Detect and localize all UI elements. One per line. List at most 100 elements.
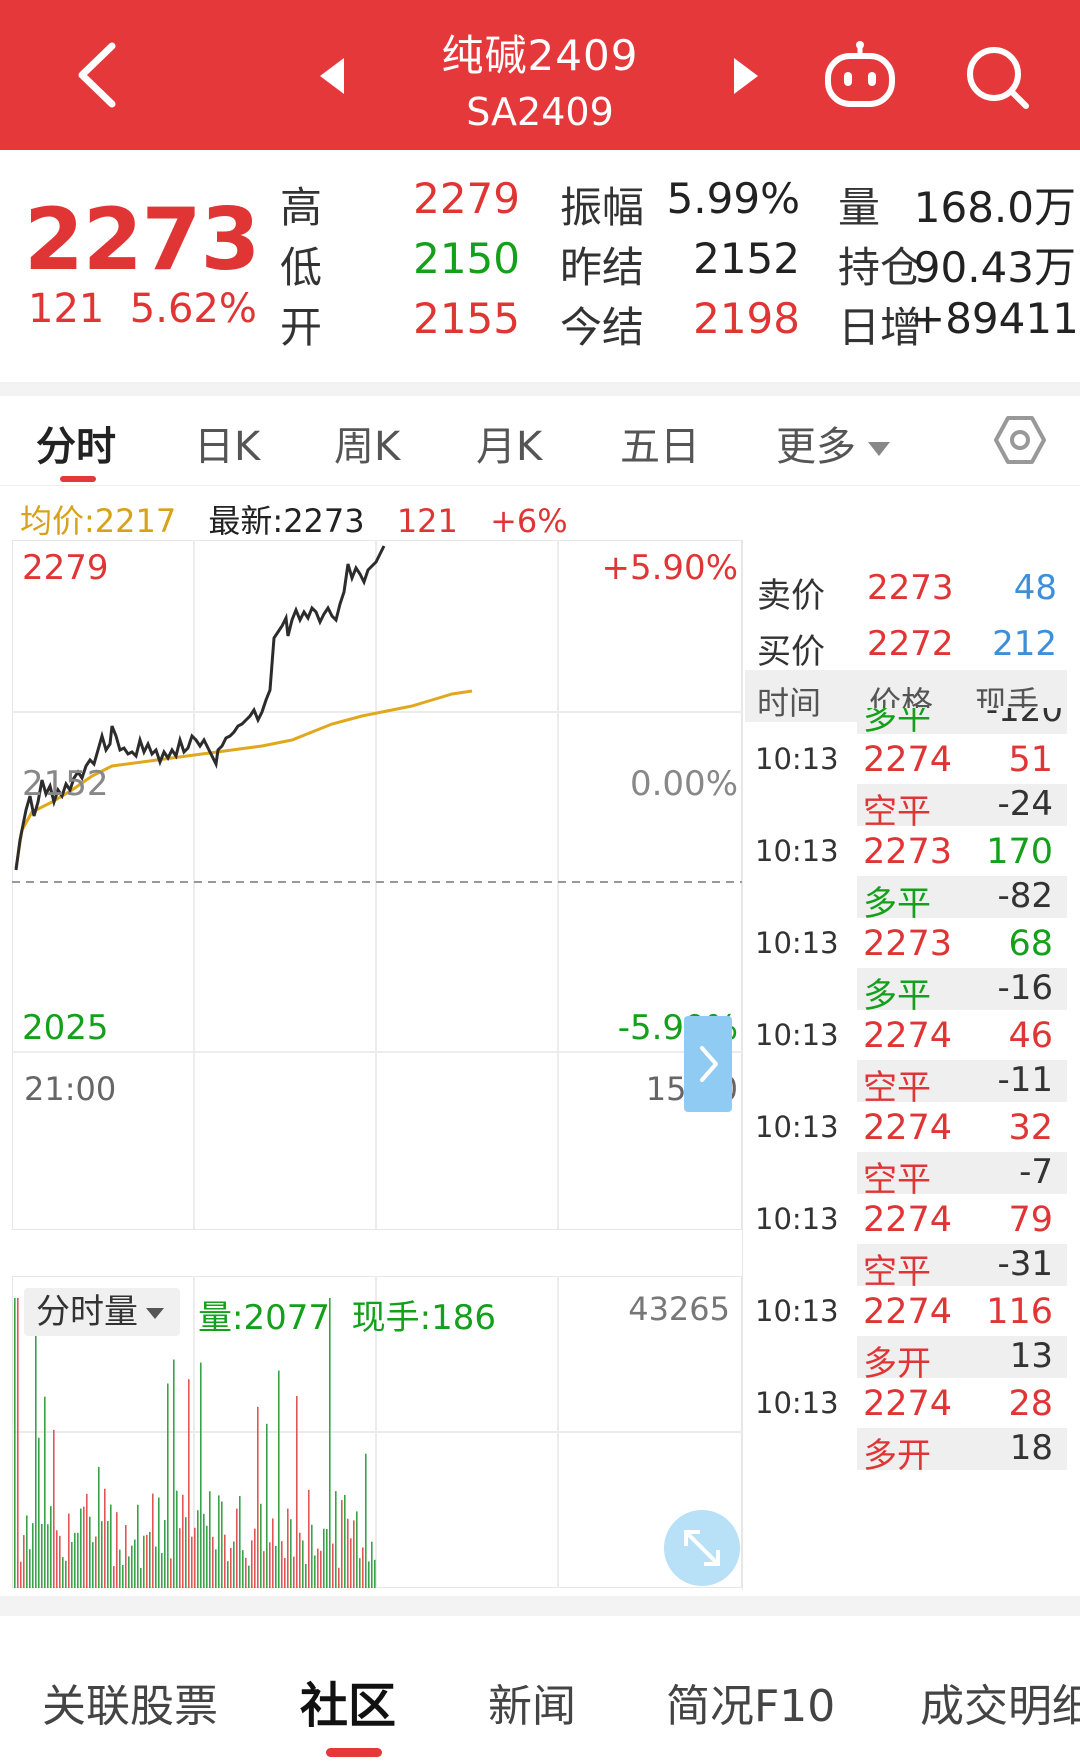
- tick-price: 2274: [863, 1384, 953, 1424]
- volume-bar: [143, 1535, 145, 1588]
- volume-bar: [371, 1541, 373, 1588]
- volume-bar: [53, 1429, 55, 1588]
- volume-bar: [83, 1506, 85, 1588]
- tick-delta: -7: [1019, 1152, 1053, 1192]
- tab-trade-details[interactable]: 成交明细: [920, 1670, 1080, 1734]
- previous-contract-icon[interactable]: [320, 58, 344, 94]
- volume-bar: [215, 1549, 217, 1588]
- bid-label: 买价: [757, 632, 825, 672]
- volume-bar: [335, 1491, 337, 1588]
- volume-bar: [350, 1538, 352, 1588]
- volume-bar: [239, 1495, 241, 1588]
- intraday-chart[interactable]: 2279 2152 2025 +5.90% 0.00% -5.90% 21:00…: [12, 540, 742, 1230]
- tick-delta: -31: [997, 1244, 1053, 1284]
- tick-price: 2274: [863, 1292, 953, 1332]
- volume-bar: [113, 1566, 115, 1588]
- volume-bar: [176, 1490, 178, 1588]
- volume-bar: [95, 1536, 97, 1588]
- active-tab-indicator: [60, 476, 96, 482]
- volume-bar: [368, 1561, 370, 1588]
- fullscreen-button[interactable]: [664, 1510, 740, 1586]
- tick-volume: 46: [1008, 1016, 1053, 1056]
- tick-row: 10:13 2273 170 多平 -82: [743, 830, 1080, 924]
- tab-overview-f10[interactable]: 简况F10: [666, 1670, 835, 1734]
- volume-bar: [206, 1525, 208, 1588]
- tick-volume: 170: [986, 832, 1053, 872]
- volume-bar: [119, 1549, 121, 1588]
- tick-row: 10:13 2274 116 多开 13: [743, 1290, 1080, 1384]
- tab-daily-k[interactable]: 日K: [194, 414, 260, 472]
- high-value: 2279: [413, 174, 520, 223]
- settings-icon[interactable]: [994, 414, 1046, 466]
- back-arrow-icon[interactable]: [68, 40, 128, 110]
- tick-partial-type: 多平: [863, 708, 931, 734]
- volume-bar: [20, 1561, 22, 1588]
- tick-row: 10:13 2274 79 空平 -31: [743, 1198, 1080, 1292]
- volume-type-dropdown[interactable]: 分时量: [24, 1288, 180, 1336]
- tick-type: 空平: [863, 1252, 931, 1292]
- volume-bar: [128, 1556, 130, 1588]
- tab-monthly-k[interactable]: 月K: [476, 414, 542, 472]
- tick-price: 2274: [863, 1016, 953, 1056]
- volume-bar: [329, 1298, 331, 1588]
- volume-bar: [236, 1508, 238, 1588]
- volume-bar: [29, 1549, 31, 1588]
- tab-related-stocks[interactable]: 关联股票: [42, 1670, 218, 1734]
- bid-price: 2272: [867, 624, 954, 664]
- tab-news[interactable]: 新闻: [488, 1670, 576, 1734]
- tick-time: 10:13: [755, 1110, 839, 1144]
- volume-bar: [200, 1362, 202, 1588]
- latest-price: 最新:2273: [208, 502, 365, 540]
- tab-community[interactable]: 社区: [300, 1666, 396, 1736]
- volume-bar: [323, 1528, 325, 1588]
- chart-tabs: 分时 日K 周K 月K 五日 更多: [0, 396, 1080, 486]
- tab-intraday[interactable]: 分时: [36, 414, 116, 472]
- contract-name: 纯碱2409: [441, 31, 639, 80]
- volume-bar: [179, 1528, 181, 1588]
- caret-down-icon: [868, 442, 890, 456]
- volume-amount: 量:2077: [198, 1298, 330, 1338]
- tab-weekly-k[interactable]: 周K: [334, 414, 400, 472]
- volume-bar: [194, 1527, 196, 1588]
- volume-bar: [149, 1531, 151, 1588]
- tick-time: 10:13: [755, 926, 839, 960]
- tab-five-day[interactable]: 五日: [620, 414, 700, 472]
- expand-panel-icon[interactable]: [684, 1016, 732, 1112]
- tab-more[interactable]: 更多: [776, 414, 890, 472]
- low-label: 低: [280, 243, 323, 292]
- next-contract-icon[interactable]: [734, 58, 758, 94]
- tick-partial-delta: -120: [985, 708, 1063, 730]
- tab-more-label: 更多: [776, 424, 856, 470]
- robot-assistant-icon[interactable]: [822, 38, 898, 114]
- tick-volume: 32: [1008, 1108, 1053, 1148]
- volume-bar: [101, 1521, 103, 1588]
- volume-bar: [170, 1558, 172, 1588]
- y-axis-bottom: 2025: [22, 1008, 109, 1048]
- bid-quantity: 212: [992, 624, 1057, 664]
- volume-bar: [98, 1466, 100, 1588]
- volume-bar: [137, 1504, 139, 1588]
- volume-bar: [50, 1506, 52, 1588]
- volume-bar: [14, 1298, 16, 1588]
- amplitude-value: 5.99%: [666, 174, 800, 223]
- volume-bar: [245, 1557, 247, 1588]
- volume-bar: [263, 1551, 265, 1588]
- pct-axis-mid: 0.00%: [629, 764, 738, 804]
- prev-settle-label: 昨结: [560, 243, 645, 292]
- intraday-chart-svg: [12, 540, 742, 1230]
- active-bottom-tab-indicator: [326, 1748, 382, 1757]
- search-icon[interactable]: [962, 42, 1032, 112]
- daily-increase-value: +89411: [910, 294, 1079, 343]
- volume-bar: [227, 1561, 229, 1588]
- settle-label: 今结: [560, 303, 645, 352]
- tick-type: 多平: [863, 976, 931, 1016]
- tick-time: 10:13: [755, 1018, 839, 1052]
- volume-max: 43265: [628, 1290, 730, 1328]
- volume-bar: [41, 1523, 43, 1588]
- open-label: 开: [280, 303, 323, 352]
- ask-label: 卖价: [757, 576, 825, 616]
- volume-bar: [314, 1555, 316, 1588]
- tick-row-partial: 多平 -120: [857, 708, 1067, 734]
- tick-row: 10:13 2274 32 空平 -7: [743, 1106, 1080, 1200]
- volume-bar: [89, 1516, 91, 1588]
